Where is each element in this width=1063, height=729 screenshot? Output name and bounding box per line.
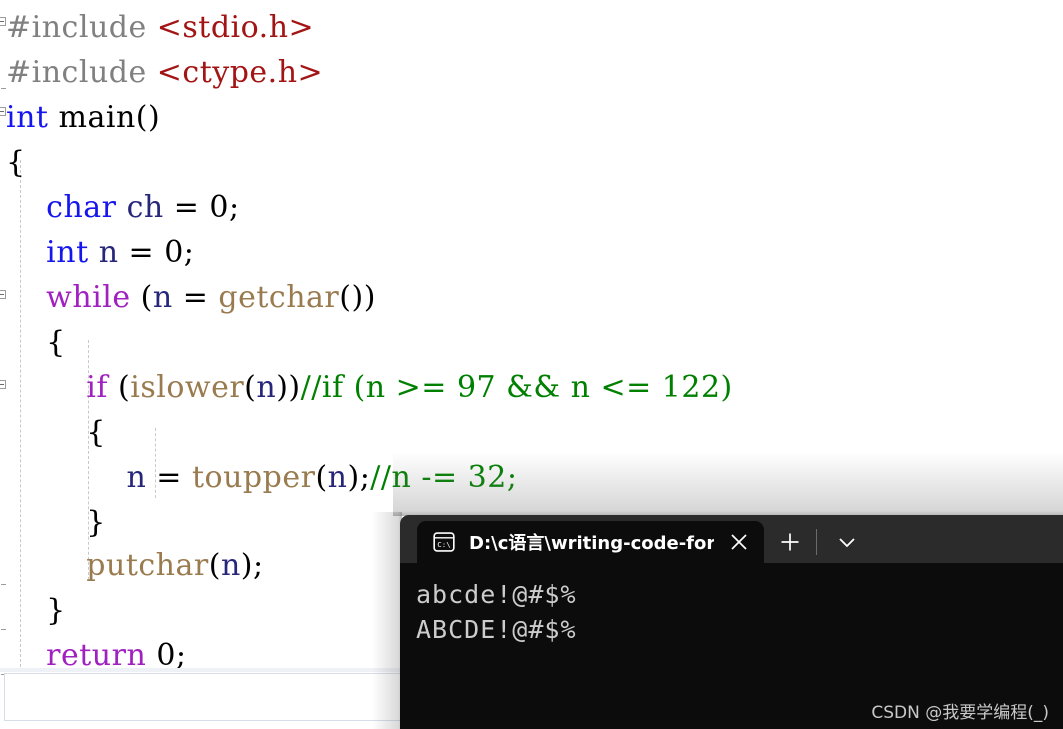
chevron-down-icon [835, 530, 859, 554]
code-token: } [6, 505, 106, 540]
code-token: n [221, 548, 241, 583]
code-token: n [256, 370, 276, 405]
code-token: int [46, 235, 88, 270]
code-token: char [46, 190, 116, 225]
console-output-line: ABCDE!@#$% [416, 612, 1063, 647]
code-token: toupper [192, 460, 315, 495]
code-token: ()) [339, 280, 376, 315]
code-token: n [126, 460, 146, 495]
code-token: //n -= 32; [370, 460, 517, 495]
code-token [6, 370, 86, 405]
code-token: #include [6, 55, 157, 90]
code-token: { [6, 145, 26, 180]
code-token: = [146, 460, 192, 495]
code-token: int [6, 100, 48, 135]
close-icon[interactable] [714, 521, 764, 563]
code-token [6, 548, 86, 583]
console-cmd-icon: C:\ [433, 532, 455, 552]
code-token: ch [127, 190, 164, 225]
terminal-profile-dropdown-button[interactable] [817, 521, 877, 563]
code-token: ( [108, 370, 130, 405]
code-token: n [328, 460, 348, 495]
code-token: //if (n >= 97 && n <= 122) [301, 370, 733, 405]
code-line[interactable]: { [0, 410, 106, 455]
terminal-console-output[interactable]: abcde!@#$% ABCDE!@#$% CSDN @我要学编程(౥_౥) [400, 563, 1063, 729]
code-token: if [86, 370, 108, 405]
code-token [117, 190, 127, 225]
code-token [6, 460, 126, 495]
code-token: <stdio.h> [157, 10, 314, 45]
terminal-tab-active[interactable]: C:\ D:\c语言\writing-code-for-blo [417, 521, 764, 563]
code-token: } [6, 593, 66, 628]
code-token: n [99, 235, 119, 270]
code-line[interactable]: } [0, 588, 66, 633]
code-token: getchar [218, 280, 339, 315]
code-token: #include [6, 10, 157, 45]
code-token: { [6, 325, 66, 360]
code-token: )) [276, 370, 300, 405]
code-token [6, 190, 46, 225]
svg-text:C:\: C:\ [437, 540, 450, 549]
code-line[interactable]: char ch = 0; [0, 185, 240, 230]
code-token: = 0; [164, 190, 240, 225]
plus-icon [778, 530, 802, 554]
code-line[interactable]: } [0, 500, 106, 545]
code-line[interactable]: putchar(n); [0, 543, 264, 588]
code-line[interactable]: #include <ctype.h> [0, 50, 323, 95]
new-tab-button[interactable] [764, 521, 816, 563]
code-token: ); [241, 548, 264, 583]
code-line[interactable]: #include <stdio.h> [0, 5, 314, 50]
code-token: <ctype.h> [157, 55, 323, 90]
code-token: { [6, 415, 106, 450]
code-line[interactable]: n = toupper(n);//n -= 32; [0, 455, 517, 500]
console-output-line: abcde!@#$% [416, 577, 1063, 612]
code-token [6, 235, 46, 270]
code-token: ( [131, 280, 153, 315]
code-line[interactable]: if (islower(n))//if (n >= 97 && n <= 122… [0, 365, 733, 410]
code-token: = 0; [119, 235, 195, 270]
code-token: ( [244, 370, 256, 405]
code-line[interactable]: { [0, 320, 66, 365]
code-line[interactable]: int n = 0; [0, 230, 194, 275]
code-line[interactable]: while (n = getchar()) [0, 275, 376, 320]
code-token: = [173, 280, 219, 315]
code-token: islower [130, 370, 244, 405]
close-x-glyph [728, 531, 750, 553]
code-token: ); [347, 460, 370, 495]
terminal-tab-title: D:\c语言\writing-code-for-blo [469, 529, 714, 555]
code-token: ( [209, 548, 221, 583]
code-line[interactable]: int main() [0, 95, 160, 140]
code-token: putchar [86, 548, 208, 583]
csdn-watermark: CSDN @我要学编程(౥_౥) [871, 698, 1049, 723]
code-token: while [46, 280, 130, 315]
code-token: ( [315, 460, 327, 495]
code-line[interactable]: { [0, 140, 26, 185]
terminal-tab-strip[interactable]: C:\ D:\c语言\writing-code-for-blo [400, 515, 1063, 563]
code-token: n [153, 280, 173, 315]
code-token [6, 280, 46, 315]
code-token [89, 235, 99, 270]
windows-terminal-window[interactable]: C:\ D:\c语言\writing-code-for-blo ab [400, 515, 1063, 729]
code-token: main() [48, 100, 160, 135]
